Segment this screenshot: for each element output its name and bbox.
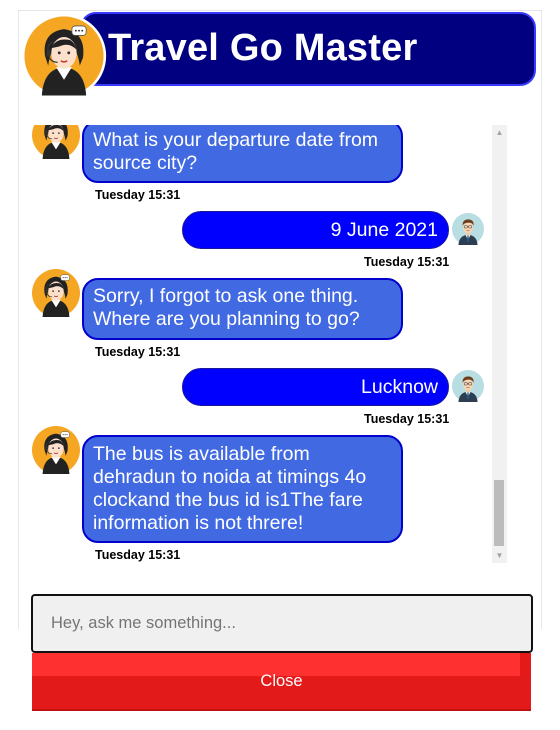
bot-avatar-icon — [32, 426, 80, 474]
bot-avatar-icon — [32, 125, 80, 159]
message-scrollbar[interactable]: ▲ ▼ — [492, 125, 507, 563]
message-list[interactable]: What is your departure date from source … — [30, 125, 493, 563]
message-timestamp: Tuesday 15:31 — [364, 412, 450, 426]
user-avatar-icon — [452, 213, 484, 245]
scrollbar-thumb[interactable] — [494, 480, 504, 546]
message-input[interactable] — [31, 594, 533, 653]
user-message: 9 June 2021 — [182, 211, 449, 249]
user-message: Lucknow — [182, 368, 449, 406]
bot-message: What is your departure date from source … — [82, 125, 403, 183]
user-avatar-icon — [452, 370, 484, 402]
message-timestamp: Tuesday 15:31 — [95, 345, 181, 359]
bot-avatar-icon — [21, 13, 107, 99]
app-title: Travel Go Master — [108, 27, 418, 69]
scroll-down-arrow-icon[interactable]: ▼ — [492, 548, 507, 563]
close-button[interactable]: Close — [32, 653, 531, 711]
message-timestamp: Tuesday 15:31 — [95, 548, 181, 562]
scroll-up-arrow-icon[interactable]: ▲ — [492, 125, 507, 140]
bot-message: The bus is available from dehradun to no… — [82, 435, 403, 543]
bot-message: Sorry, I forgot to ask one thing. Where … — [82, 278, 403, 340]
bot-avatar-icon — [32, 269, 80, 317]
message-timestamp: Tuesday 15:31 — [364, 255, 450, 269]
message-timestamp: Tuesday 15:31 — [95, 188, 181, 202]
close-button-label: Close — [260, 672, 303, 690]
